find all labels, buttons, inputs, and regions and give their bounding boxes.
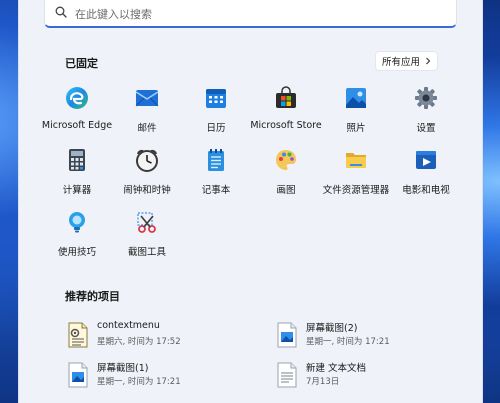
image-file-icon [68, 362, 88, 388]
app-label: 闹钟和时钟 [123, 185, 171, 196]
pinned-app-file-explorer[interactable]: 文件资源管理器 [316, 148, 396, 204]
pinned-app-tips[interactable]: 使用技巧 [37, 210, 117, 266]
calendar-icon [206, 89, 226, 108]
recommended-item[interactable]: contextmenu 星期六, 时间为 17:52 [67, 320, 267, 354]
edge-icon [66, 87, 88, 109]
mail-icon [135, 90, 159, 107]
recommended-item-name: 新建 文本文档 [306, 363, 367, 374]
settings-icon [415, 87, 437, 109]
search-icon [55, 6, 67, 18]
recommended-item[interactable]: 新建 文本文档 7月13日 [276, 360, 476, 394]
app-label: 使用技巧 [57, 247, 96, 258]
recommended-item-time: 星期一, 时间为 17:21 [97, 377, 181, 387]
app-label: 设置 [416, 123, 436, 134]
script-file-icon [68, 322, 88, 348]
pinned-app-mail[interactable]: 邮件 [107, 86, 187, 142]
chevron-right-icon [426, 57, 431, 65]
recommended-item-time: 星期六, 时间为 17:52 [97, 337, 181, 347]
pinned-app-snipping-tool[interactable]: 截图工具 [107, 210, 187, 266]
app-label: 截图工具 [127, 247, 166, 258]
clock-icon [136, 149, 158, 172]
pinned-app-notepad[interactable]: 记事本 [176, 148, 256, 204]
pinned-app-movies[interactable]: 电影和电视 [386, 148, 466, 204]
tips-icon [69, 212, 85, 233]
pinned-app-edge[interactable]: Microsoft Edge [37, 86, 117, 142]
movies-icon [416, 151, 436, 169]
pinned-title: 已固定 [65, 57, 98, 70]
pinned-app-settings[interactable]: 设置 [386, 86, 466, 142]
pinned-app-calculator[interactable]: 计算器 [37, 148, 117, 204]
search-placeholder: 在此键入以搜索 [75, 8, 152, 21]
snipping-tool-icon [137, 212, 156, 233]
all-apps-button[interactable]: 所有应用 [375, 51, 438, 71]
app-label: 照片 [346, 123, 366, 134]
app-label: Microsoft Store [250, 120, 322, 131]
pinned-app-store[interactable]: Microsoft Store [246, 86, 326, 142]
recommended-item[interactable]: 屏幕截图(1) 星期一, 时间为 17:21 [67, 360, 267, 394]
photos-icon [346, 88, 366, 108]
app-label: 日历 [206, 123, 226, 134]
recommended-item-name: contextmenu [97, 320, 160, 331]
app-label: 计算器 [62, 185, 92, 196]
pinned-app-paint[interactable]: 画图 [246, 148, 326, 204]
app-label: 电影和电视 [402, 185, 450, 196]
app-label: Microsoft Edge [41, 120, 113, 131]
all-apps-label: 所有应用 [381, 57, 420, 68]
recommended-item-time: 星期一, 时间为 17:21 [306, 337, 390, 347]
search-box[interactable]: 在此键入以搜索 [44, 0, 457, 28]
recommended-item-name: 屏幕截图(1) [97, 363, 149, 374]
calculator-icon [69, 149, 85, 171]
text-file-icon [277, 362, 297, 388]
pinned-app-photos[interactable]: 照片 [316, 86, 396, 142]
pinned-app-calendar[interactable]: 日历 [176, 86, 256, 142]
recommended-item[interactable]: 屏幕截图(2) 星期一, 时间为 17:21 [276, 320, 476, 354]
recommended-item-time: 7月13日 [306, 377, 340, 387]
pinned-app-clock[interactable]: 闹钟和时钟 [107, 148, 187, 204]
app-label: 记事本 [201, 185, 231, 196]
app-label: 邮件 [137, 123, 157, 134]
recommended-item-name: 屏幕截图(2) [306, 323, 358, 334]
notepad-icon [208, 149, 224, 171]
app-label: 画图 [276, 185, 296, 196]
start-menu: 在此键入以搜索 已固定 所有应用 Microsoft Edge 邮件 日历 Mi… [18, 0, 483, 403]
paint-icon [276, 150, 296, 170]
store-icon [276, 86, 296, 108]
folder-icon [346, 153, 366, 168]
recommended-title: 推荐的项目 [65, 290, 120, 303]
image-file-icon [277, 322, 297, 348]
app-label: 文件资源管理器 [322, 185, 390, 196]
